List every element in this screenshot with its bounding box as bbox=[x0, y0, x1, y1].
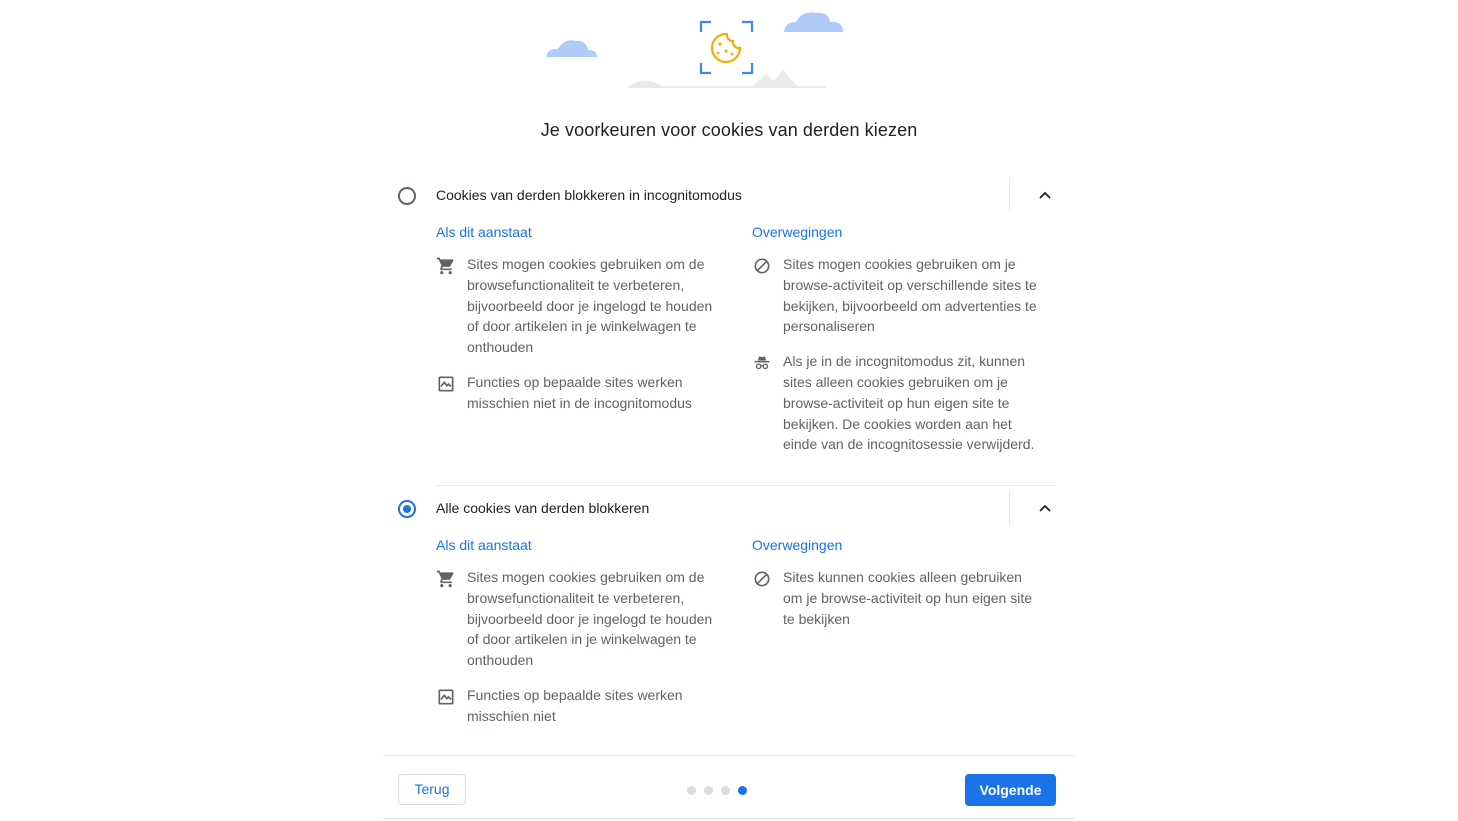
scan-frame-icon bbox=[699, 20, 754, 75]
considerations-heading: Overwegingen bbox=[752, 537, 843, 553]
list-item: Functies op bepaalde sites werken missch… bbox=[436, 685, 726, 727]
considerations-column: Overwegingen Sites mogen cookies gebruik… bbox=[752, 224, 1042, 455]
list-item: Als je in de incognitomodus zit, kunnen … bbox=[752, 351, 1042, 455]
list-item: Sites mogen cookies gebruiken om je brow… bbox=[752, 254, 1042, 337]
cookie-icon bbox=[710, 32, 742, 64]
when-on-heading: Als dit aanstaat bbox=[436, 537, 532, 553]
broken-image-icon bbox=[436, 687, 456, 707]
item-text: Functies op bepaalde sites werken missch… bbox=[467, 686, 683, 724]
item-text: Sites mogen cookies gebruiken om de brow… bbox=[467, 569, 713, 669]
option-block-all: Alle cookies van derden blokkeren Als di… bbox=[383, 489, 1075, 724]
item-text: Sites mogen cookies gebruiken om de brow… bbox=[467, 256, 713, 356]
footer-edge bbox=[383, 818, 1075, 819]
step-dot bbox=[704, 786, 713, 795]
incognito-icon bbox=[752, 353, 772, 373]
page-title: Je voorkeuren voor cookies van derden ki… bbox=[540, 120, 918, 140]
cart-icon bbox=[436, 256, 456, 276]
item-text: Als je in de incognitomodus zit, kunnen … bbox=[783, 353, 1035, 453]
divider bbox=[1009, 177, 1010, 213]
chevron-up-icon[interactable] bbox=[1033, 185, 1057, 205]
option-row: Alle cookies van derden blokkeren bbox=[383, 489, 1075, 527]
when-on-heading: Als dit aanstaat bbox=[436, 224, 532, 240]
list-item: Functies op bepaalde sites werken missch… bbox=[436, 372, 726, 414]
broken-image-icon bbox=[436, 374, 456, 394]
option-row: Cookies van derden blokkeren in incognit… bbox=[383, 176, 1075, 214]
list-item: Sites kunnen cookies alleen gebruiken om… bbox=[752, 567, 1042, 629]
list-item: Sites mogen cookies gebruiken om de brow… bbox=[436, 567, 726, 671]
item-text: Sites kunnen cookies alleen gebruiken om… bbox=[783, 569, 1033, 627]
item-text: Sites mogen cookies gebruiken om je brow… bbox=[783, 256, 1037, 335]
option-label[interactable]: Alle cookies van derden blokkeren bbox=[436, 500, 649, 516]
chevron-up-icon[interactable] bbox=[1033, 498, 1057, 518]
when-on-column: Als dit aanstaat Sites mogen cookies geb… bbox=[436, 537, 726, 727]
list-item: Sites mogen cookies gebruiken om de brow… bbox=[436, 254, 726, 358]
next-button[interactable]: Volgende bbox=[965, 774, 1056, 806]
divider bbox=[1009, 490, 1010, 526]
considerations-column: Overwegingen Sites kunnen cookies alleen… bbox=[752, 537, 1042, 629]
item-text: Functies op bepaalde sites werken missch… bbox=[467, 373, 692, 411]
back-button[interactable]: Terug bbox=[398, 774, 466, 805]
radio-button[interactable] bbox=[398, 500, 416, 518]
block-icon bbox=[752, 569, 772, 589]
step-dot-active bbox=[738, 786, 747, 795]
option-incognito-block: Cookies van derden blokkeren in incognit… bbox=[383, 176, 1075, 452]
block-icon bbox=[752, 256, 772, 276]
step-dot bbox=[721, 786, 730, 795]
cart-icon bbox=[436, 569, 456, 589]
step-dot bbox=[687, 786, 696, 795]
considerations-heading: Overwegingen bbox=[752, 224, 843, 240]
dialog-footer: Terug Volgende bbox=[383, 755, 1075, 821]
radio-button[interactable] bbox=[398, 187, 416, 205]
section-divider bbox=[436, 485, 1056, 486]
when-on-column: Als dit aanstaat Sites mogen cookies geb… bbox=[436, 224, 726, 414]
option-label[interactable]: Cookies van derden blokkeren in incognit… bbox=[436, 187, 742, 203]
cookie-illustration bbox=[540, 8, 850, 92]
